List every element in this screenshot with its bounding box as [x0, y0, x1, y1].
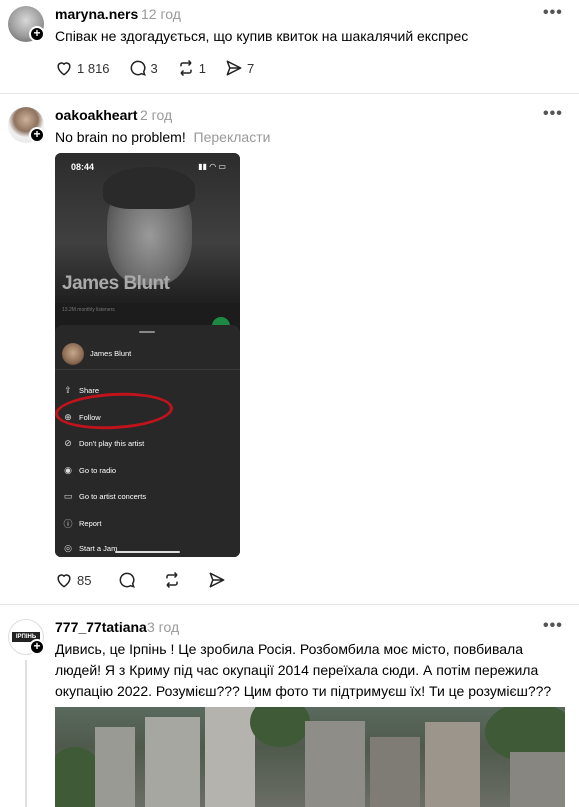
follow-plus-icon[interactable]: +: [29, 639, 45, 655]
more-options-icon[interactable]: •••: [543, 4, 563, 22]
phone-clock: 08:44: [71, 162, 95, 172]
sheet-artist-name: James Blunt: [90, 349, 132, 358]
post-text: Співак не здогадується, що купив квиток …: [55, 28, 469, 44]
translate-link[interactable]: Перекласти: [194, 129, 271, 145]
menu-item-jam: ◎ Start a Jam: [62, 541, 117, 555]
artist-banner-name: James Blunt: [62, 273, 170, 294]
menu-item-label: Go to artist concerts: [79, 491, 147, 501]
menu-item-label: Share: [79, 385, 100, 395]
post-divider: [0, 604, 579, 605]
comment-count: 3: [150, 60, 158, 76]
post-text-content: No brain no problem!: [55, 129, 186, 145]
post-actions: 1 816 3 1 7: [54, 58, 272, 78]
ticket-icon: ▭: [63, 490, 73, 501]
sheet-divider: [55, 369, 240, 370]
comment-icon: [130, 60, 146, 76]
comment-icon: [120, 572, 136, 588]
post-text: Дивись, це Ірпінь ! Це зробила Росія. Ро…: [55, 639, 551, 702]
post-actions: 85: [54, 570, 248, 590]
share-count: 7: [247, 60, 255, 76]
monthly-listeners: 13.2M monthly listeners: [62, 307, 115, 313]
radio-icon: ◉: [64, 464, 72, 475]
post-text-line: окупацію 2022. Розумієш??? Цим фото ти п…: [55, 683, 552, 699]
share-button[interactable]: [207, 570, 230, 590]
jam-icon: ◎: [64, 542, 72, 553]
post-time: 3 год: [147, 619, 180, 635]
share-button[interactable]: 7: [224, 58, 254, 78]
like-button[interactable]: 1 816: [54, 58, 110, 78]
building: [305, 721, 365, 807]
sheet-header: James Blunt: [62, 343, 233, 369]
post-time: 12 год: [141, 6, 181, 22]
artist-avatar: [62, 343, 84, 365]
building: [145, 717, 200, 807]
building: [370, 737, 420, 807]
like-count: 85: [77, 572, 92, 588]
post-divider: [0, 93, 579, 94]
sheet-handle: [139, 331, 155, 333]
more-options-icon[interactable]: •••: [543, 617, 563, 635]
repost-button[interactable]: 1: [176, 58, 206, 78]
artist-photo-hair: [103, 167, 195, 209]
like-button[interactable]: 85: [54, 570, 91, 590]
menu-item-label: Go to radio: [79, 465, 117, 475]
repost-icon: [166, 571, 179, 589]
like-count: 1 816: [77, 60, 110, 76]
post-image-destroyed-buildings[interactable]: [55, 707, 565, 807]
follow-plus-icon[interactable]: +: [29, 26, 45, 42]
heart-icon: [57, 62, 71, 76]
post-text: No brain no problem! Перекласти: [55, 127, 270, 148]
block-icon: ⊘: [64, 437, 72, 448]
post-image-screenshot[interactable]: 08:44 ▮▮ ◠ ▭ James Blunt 13.2M monthly l…: [55, 153, 240, 557]
send-icon: [210, 572, 225, 588]
menu-item-report: ⓘ Report: [62, 516, 102, 530]
repost-button[interactable]: [162, 570, 185, 590]
building: [95, 727, 135, 807]
building: [205, 707, 255, 807]
comment-button[interactable]: [117, 570, 140, 590]
follow-plus-icon[interactable]: +: [29, 127, 45, 143]
post-text-line: людей! Я з Криму під час окупації 2014 п…: [55, 662, 539, 678]
building: [510, 752, 565, 807]
thread-line: [25, 660, 27, 807]
send-icon: [226, 60, 242, 76]
username[interactable]: 777_77tatiana: [55, 619, 147, 635]
artist-header-image: 08:44 ▮▮ ◠ ▭ James Blunt: [55, 153, 240, 303]
menu-item-radio: ◉ Go to radio: [62, 463, 116, 477]
menu-item-dont-play: ⊘ Don't play this artist: [62, 436, 144, 450]
menu-item-label: Don't play this artist: [79, 438, 145, 448]
building: [425, 722, 480, 807]
menu-item-concerts: ▭ Go to artist concerts: [62, 489, 146, 503]
heart-icon: [57, 574, 71, 588]
menu-item-label: Start a Jam: [79, 543, 118, 553]
signal-wifi-battery-icon: ▮▮ ◠ ▭: [198, 162, 226, 171]
share-icon: ⇪: [64, 384, 72, 395]
more-options-icon[interactable]: •••: [543, 105, 563, 123]
report-icon: ⓘ: [63, 518, 73, 529]
tree: [250, 707, 310, 747]
username[interactable]: oakoakheart: [55, 107, 137, 123]
repost-count: 1: [198, 60, 207, 76]
post-time: 2 год: [140, 107, 173, 123]
post-text-line: Дивись, це Ірпінь ! Це зробила Росія. Ро…: [55, 641, 523, 657]
username[interactable]: maryna.ners: [55, 6, 138, 22]
menu-item-label: Report: [79, 518, 102, 528]
comment-button[interactable]: 3: [128, 58, 158, 78]
home-indicator: [115, 551, 180, 553]
repost-icon: [180, 59, 192, 77]
